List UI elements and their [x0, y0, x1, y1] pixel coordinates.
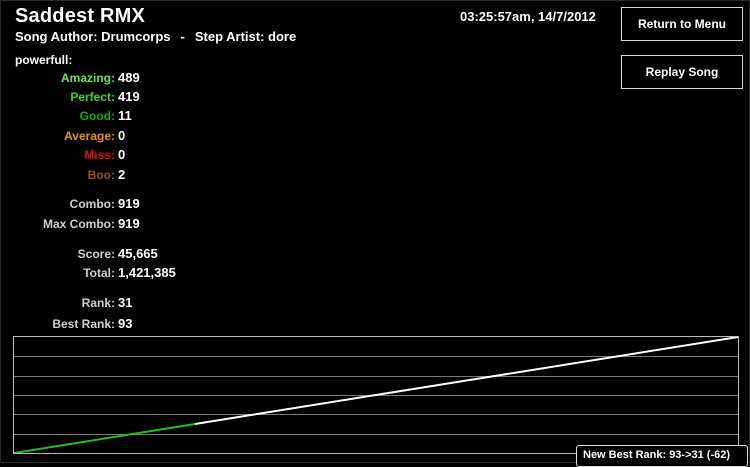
- judgement-label: Good:: [79, 109, 115, 123]
- judgement-value: 419: [118, 89, 140, 104]
- judgement-label: Miss:: [84, 148, 115, 162]
- judgement-value: 489: [118, 70, 140, 85]
- credits-separator: -: [180, 29, 185, 44]
- combo-row: Combo: 919: [0, 195, 200, 213]
- max-combo-row: Max Combo: 919: [0, 215, 200, 233]
- best-rank-value: 93: [118, 316, 133, 331]
- judgement-label: Perfect:: [70, 90, 115, 104]
- graph-line-white-segment: [194, 337, 738, 425]
- graph-line-green-segment: [14, 423, 196, 453]
- new-best-rank-notification: New Best Rank: 93->31 (-62): [576, 445, 748, 467]
- score-graph: [13, 336, 739, 454]
- song-credits: Song Author: Drumcorps - Step Artist: dore: [15, 29, 296, 44]
- rank-label: Rank:: [81, 296, 115, 310]
- max-combo-value: 919: [118, 216, 140, 231]
- score-label: Score:: [77, 247, 115, 261]
- rank-value: 31: [118, 295, 133, 310]
- score-graph-svg: [14, 337, 738, 453]
- song-title: Saddest RMX: [15, 5, 146, 27]
- replay-song-button[interactable]: Replay Song: [621, 55, 743, 89]
- score-value: 45,665: [118, 246, 158, 261]
- judgement-boo: Boo: 2: [0, 166, 200, 184]
- best-rank-label: Best Rank:: [52, 317, 115, 331]
- score-row: Score: 45,665: [0, 245, 200, 263]
- judgement-perfect: Perfect: 419: [0, 88, 200, 106]
- player-name: powerfull:: [15, 53, 73, 67]
- max-combo-label: Max Combo:: [43, 217, 115, 231]
- best-rank-row: Best Rank: 93: [0, 315, 200, 333]
- judgement-average: Average: 0: [0, 127, 200, 145]
- judgement-value: 2: [118, 167, 126, 182]
- total-row: Total: 1,421,385: [0, 264, 200, 282]
- judgement-miss: Miss: 0: [0, 146, 200, 164]
- judgement-good: Good: 11: [0, 107, 200, 125]
- combo-label: Combo:: [69, 197, 115, 211]
- song-author: Song Author: Drumcorps: [15, 29, 171, 44]
- total-value: 1,421,385: [118, 265, 176, 280]
- judgement-label: Average:: [64, 129, 115, 143]
- combo-value: 919: [118, 196, 140, 211]
- rank-row: Rank: 31: [0, 294, 200, 312]
- total-label: Total:: [83, 266, 115, 280]
- return-to-menu-button[interactable]: Return to Menu: [621, 7, 743, 41]
- date-time: 03:25:57am, 14/7/2012: [460, 9, 596, 24]
- judgement-value: 0: [118, 147, 126, 162]
- judgement-label: Boo:: [87, 168, 115, 182]
- judgement-label: Amazing:: [61, 71, 115, 85]
- step-artist: Step Artist: dore: [194, 29, 297, 44]
- judgement-amazing: Amazing: 489: [0, 69, 200, 87]
- judgement-value: 11: [118, 108, 132, 123]
- judgement-value: 0: [118, 128, 126, 143]
